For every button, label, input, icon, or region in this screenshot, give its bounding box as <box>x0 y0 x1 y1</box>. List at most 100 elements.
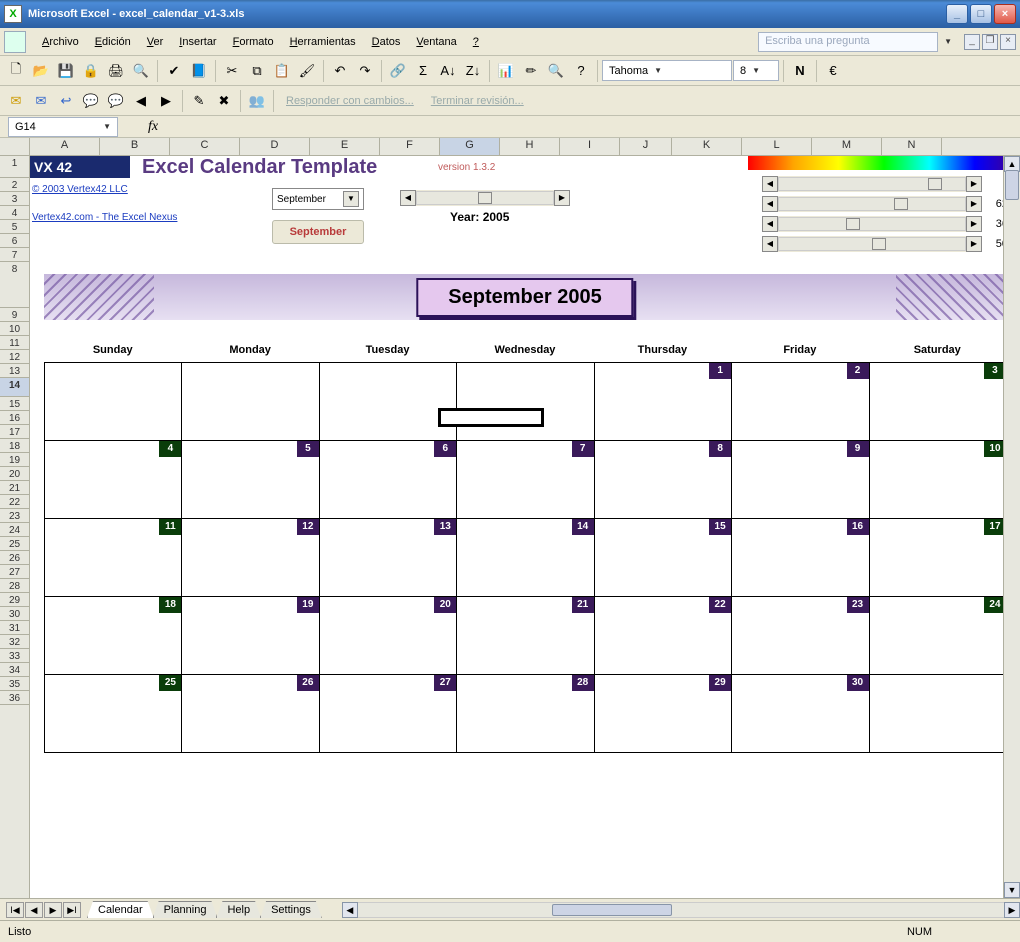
arrow-left-icon[interactable]: ◀ <box>762 176 778 192</box>
print-icon[interactable]: 🖨 <box>104 59 128 83</box>
permission-icon[interactable]: 🔒 <box>79 59 103 83</box>
row-header-14[interactable]: 14 <box>0 378 29 397</box>
calendar-cell[interactable]: 4 <box>44 440 182 519</box>
row-header-6[interactable]: 6 <box>0 234 29 248</box>
tab-prev-button[interactable]: ◀ <box>25 902 43 918</box>
vertex42-link[interactable]: Vertex42.com - The Excel Nexus <box>32 212 177 223</box>
chevron-down-icon[interactable]: ▼ <box>944 37 952 46</box>
calendar-cell[interactable] <box>181 362 319 441</box>
col-header-M[interactable]: M <box>812 138 882 155</box>
format-painter-icon[interactable]: 🖌 <box>295 59 319 83</box>
arrow-left-icon[interactable]: ◀ <box>342 902 358 918</box>
saturation-slider[interactable]: ◀▶ <box>762 196 982 212</box>
menu-formato[interactable]: Formato <box>225 33 282 51</box>
row-header-7[interactable]: 7 <box>0 248 29 262</box>
sheet-tab-planning[interactable]: Planning <box>153 901 218 918</box>
row-header-18[interactable]: 18 <box>0 439 29 453</box>
menu-ver[interactable]: Ver <box>139 33 172 51</box>
arrow-right-icon[interactable]: ▶ <box>966 236 982 252</box>
calendar-cell[interactable]: 7 <box>456 440 594 519</box>
calendar-cell[interactable]: 15 <box>594 518 732 597</box>
spelling-icon[interactable]: ✔ <box>162 59 186 83</box>
arrow-right-icon[interactable]: ▶ <box>554 190 570 206</box>
open-icon[interactable]: 📂 <box>29 59 53 83</box>
calendar-cell[interactable]: 26 <box>181 674 319 753</box>
undo-icon[interactable]: ↶ <box>328 59 352 83</box>
calendar-cell[interactable]: 1 <box>594 362 732 441</box>
arrow-right-icon[interactable]: ▶ <box>966 216 982 232</box>
maximize-button[interactable]: □ <box>970 4 992 24</box>
tab-last-button[interactable]: ▶I <box>63 902 81 918</box>
calendar-cell[interactable]: 23 <box>731 596 869 675</box>
calendar-cell[interactable]: 12 <box>181 518 319 597</box>
fx-icon[interactable]: fx <box>148 119 158 135</box>
hyperlink-icon[interactable]: 🔗 <box>386 59 410 83</box>
row-header-11[interactable]: 11 <box>0 336 29 350</box>
tab-first-button[interactable]: I◀ <box>6 902 24 918</box>
menu-ventana[interactable]: Ventana <box>408 33 464 51</box>
sheet-tab-help[interactable]: Help <box>216 901 261 918</box>
calendar-cell[interactable]: 18 <box>44 596 182 675</box>
month-button[interactable]: September <box>272 220 364 244</box>
research-icon[interactable]: 📘 <box>187 59 211 83</box>
print-preview-icon[interactable]: 🔍 <box>129 59 153 83</box>
row-header-22[interactable]: 22 <box>0 495 29 509</box>
col-header-H[interactable]: H <box>500 138 560 155</box>
row-header-30[interactable]: 30 <box>0 607 29 621</box>
row-header-1[interactable]: 1 <box>0 156 29 178</box>
delete-comment-icon[interactable]: ✖ <box>212 89 236 113</box>
minimize-button[interactable]: _ <box>946 4 968 24</box>
chart-wizard-icon[interactable]: 📊 <box>494 59 518 83</box>
close-button[interactable]: × <box>994 4 1016 24</box>
calendar-cell[interactable]: 17 <box>869 518 1007 597</box>
calendar-cell[interactable]: 22 <box>594 596 732 675</box>
row-header-25[interactable]: 25 <box>0 537 29 551</box>
menu-edición[interactable]: Edición <box>87 33 139 51</box>
scroll-thumb[interactable] <box>1005 170 1019 200</box>
luminance-slider[interactable]: ◀▶ <box>762 216 982 232</box>
font-name-selector[interactable]: Tahoma ▼ <box>602 60 732 81</box>
col-header-B[interactable]: B <box>100 138 170 155</box>
row-header-15[interactable]: 15 <box>0 397 29 411</box>
row-header-4[interactable]: 4 <box>0 206 29 220</box>
row-header-29[interactable]: 29 <box>0 593 29 607</box>
calendar-cell[interactable]: 5 <box>181 440 319 519</box>
calendar-cell[interactable]: 27 <box>319 674 457 753</box>
row-header-31[interactable]: 31 <box>0 621 29 635</box>
col-header-I[interactable]: I <box>560 138 620 155</box>
calendar-cell[interactable] <box>869 674 1007 753</box>
show-ink-icon[interactable]: ✎ <box>187 89 211 113</box>
calendar-cell[interactable]: 6 <box>319 440 457 519</box>
doc-restore-button[interactable]: ❐ <box>982 34 998 50</box>
new-comment-icon[interactable]: 💬 <box>79 89 103 113</box>
sort-asc-icon[interactable]: A↓ <box>436 59 460 83</box>
row-header-9[interactable]: 9 <box>0 308 29 322</box>
calendar-cell[interactable]: 29 <box>594 674 732 753</box>
col-header-N[interactable]: N <box>882 138 942 155</box>
respond-changes-link[interactable]: Responder con cambios... <box>278 95 422 107</box>
calendar-cell[interactable]: 14 <box>456 518 594 597</box>
bold-button[interactable]: N <box>788 59 812 83</box>
cut-icon[interactable]: ✂ <box>220 59 244 83</box>
menu-herramientas[interactable]: Herramientas <box>282 33 364 51</box>
col-header-A[interactable]: A <box>30 138 100 155</box>
row-header-19[interactable]: 19 <box>0 453 29 467</box>
calendar-cell[interactable]: 24 <box>869 596 1007 675</box>
hue-slider[interactable]: ◀▶ <box>762 176 982 192</box>
redo-icon[interactable]: ↷ <box>353 59 377 83</box>
help-search-box[interactable]: Escriba una pregunta <box>758 32 938 52</box>
calendar-cell[interactable] <box>456 362 594 441</box>
calendar-cell[interactable]: 16 <box>731 518 869 597</box>
row-header-16[interactable]: 16 <box>0 411 29 425</box>
save-icon[interactable]: 💾 <box>54 59 78 83</box>
row-header-32[interactable]: 32 <box>0 635 29 649</box>
show-comment-icon[interactable]: 💬 <box>104 89 128 113</box>
calendar-cell[interactable]: 8 <box>594 440 732 519</box>
row-header-12[interactable]: 12 <box>0 350 29 364</box>
calendar-cell[interactable]: 28 <box>456 674 594 753</box>
menu-?[interactable]: ? <box>465 33 487 51</box>
help-icon[interactable]: ? <box>569 59 593 83</box>
col-header-E[interactable]: E <box>310 138 380 155</box>
menu-insertar[interactable]: Insertar <box>171 33 224 51</box>
arrow-left-icon[interactable]: ◀ <box>762 196 778 212</box>
